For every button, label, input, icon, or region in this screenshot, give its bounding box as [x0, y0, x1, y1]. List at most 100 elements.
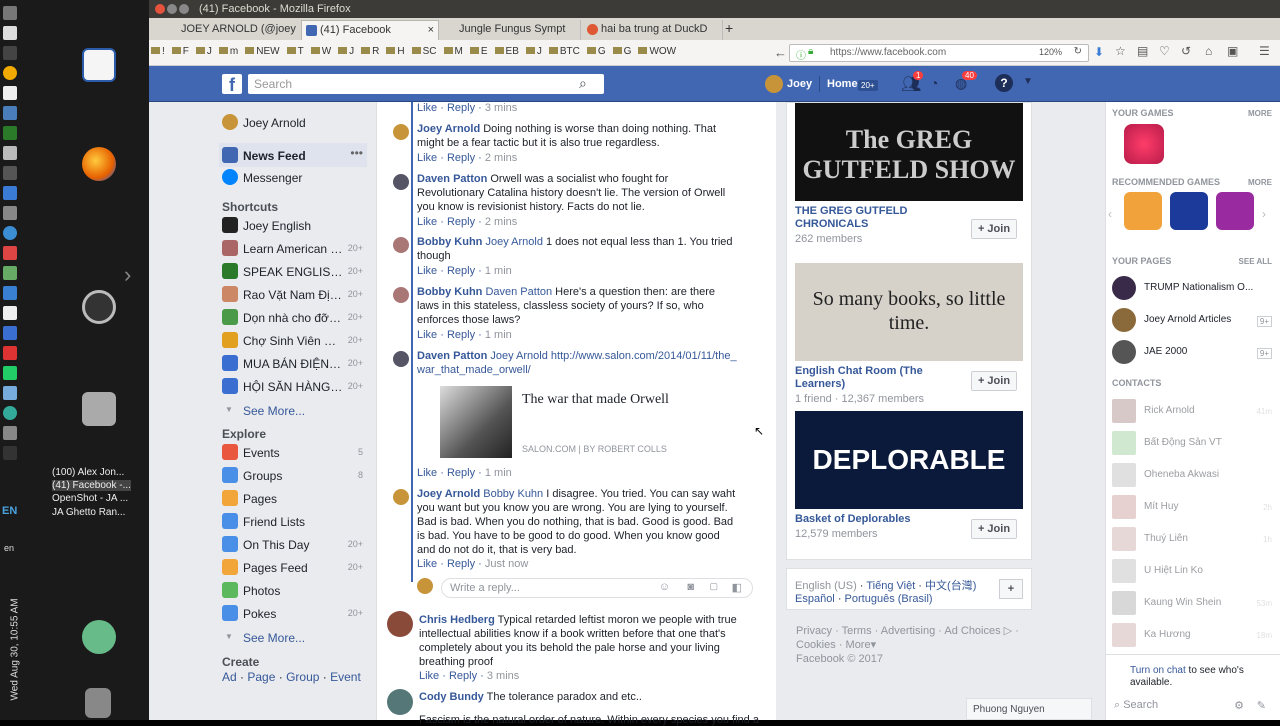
messenger-icon[interactable]: ◔ — [930, 75, 938, 91]
help-icon[interactable]: ? — [995, 74, 1013, 92]
like-link[interactable]: Like — [417, 467, 437, 479]
app-icon[interactable] — [3, 346, 17, 360]
bookmark-item[interactable]: E — [469, 46, 488, 57]
tagged-name[interactable]: Joey Arnold — [490, 350, 547, 362]
bookmark-item[interactable]: WOW — [638, 46, 676, 57]
bookmark-item[interactable]: G — [586, 46, 606, 57]
more-link[interactable]: MORE — [1248, 109, 1272, 118]
bookmark-item[interactable]: G — [612, 46, 631, 57]
facebook-logo[interactable]: f — [222, 74, 242, 95]
new-tab-icon[interactable]: + — [725, 20, 733, 36]
bookmark-item[interactable]: NEW — [245, 46, 280, 57]
footer-link[interactable]: Privacy — [796, 625, 832, 637]
write-reply-input[interactable]: Write a reply... ☺ ◙ ▢ ◧ — [441, 578, 753, 598]
footer-link[interactable]: Cookies — [796, 639, 836, 651]
contact-item[interactable]: Ka Hương 18m — [1112, 623, 1272, 647]
page-item[interactable]: TRUMP Nationalism O... — [1112, 276, 1272, 300]
group-name[interactable]: THE GREG GUTFELD CHRONICALS — [795, 205, 960, 231]
create-group-link[interactable]: Group — [286, 670, 319, 684]
contact-item[interactable]: U Hiệt Lin Ko — [1112, 559, 1272, 583]
explore-item[interactable]: Pages Feed 20+ — [219, 558, 367, 578]
contact-item[interactable]: Thuý Liên 1h — [1112, 527, 1272, 551]
shortcut-item[interactable]: MUA BÁN ĐIỆN TH... 20+ — [219, 354, 367, 374]
avatar[interactable] — [387, 689, 413, 715]
screenshot-icon[interactable]: ▣ — [1227, 44, 1238, 58]
like-link[interactable]: Like — [417, 329, 437, 341]
nav-news-feed[interactable]: News Feed ••• — [219, 143, 367, 167]
create-event-link[interactable]: Event — [330, 670, 361, 684]
like-link[interactable]: Like — [417, 265, 437, 277]
avatar[interactable] — [393, 174, 409, 190]
star-icon[interactable]: ☆ — [1115, 44, 1126, 58]
zoom-level[interactable]: 120% — [1039, 47, 1062, 57]
see-more-shortcuts[interactable]: ▼ See More... — [219, 401, 367, 421]
create-ad-link[interactable]: Ad — [222, 670, 237, 684]
chevron-left-icon[interactable]: ‹ — [1108, 207, 1112, 221]
minimize-icon[interactable] — [167, 4, 177, 14]
bookmark-item[interactable]: J — [525, 46, 542, 57]
tab[interactable]: Jungle Fungus Sympt — [441, 20, 581, 40]
create-page-link[interactable]: Page — [247, 670, 275, 684]
sticker-icon[interactable]: ◧ — [732, 581, 742, 594]
tagged-name[interactable]: Joey Arnold — [485, 236, 542, 248]
app-icon[interactable] — [3, 226, 17, 240]
group-image[interactable]: So many books, so little time. — [795, 263, 1023, 361]
library-icon[interactable]: ▤ — [1137, 44, 1148, 58]
contact-item[interactable]: Rick Arnold 41m — [1112, 399, 1272, 423]
task-item[interactable]: (100) Alex Jon... — [52, 467, 124, 478]
bookmark-item[interactable]: M — [443, 46, 463, 57]
footer-link[interactable]: Ad Choices — [944, 625, 1000, 637]
app-icon[interactable] — [3, 246, 17, 260]
shortcut-item[interactable]: HỘI SĂN HÀNG M... 20+ — [219, 377, 367, 397]
nav-messenger[interactable]: Messenger — [219, 168, 367, 188]
join-button[interactable]: + Join — [971, 371, 1017, 391]
shortcut-item[interactable]: Rao Vặt Nam Định 20+ — [219, 285, 367, 305]
chat-search-input[interactable]: ⌕ Search ⚙ ✎ — [1114, 699, 1274, 712]
tab-active[interactable]: (41) Facebook × — [301, 20, 439, 40]
info-icon[interactable]: ⓘ — [796, 47, 806, 62]
shortcut-item[interactable]: Chợ Sinh Viên Sư ... 20+ — [219, 331, 367, 351]
reply-link[interactable]: Reply — [447, 102, 475, 114]
footer-link[interactable]: More — [846, 639, 871, 651]
gif-icon[interactable]: ▢ — [709, 581, 718, 592]
file-manager-icon[interactable] — [82, 392, 116, 426]
app-icon[interactable] — [3, 386, 17, 400]
explore-item[interactable]: Pokes 20+ — [219, 604, 367, 624]
app-icon[interactable] — [3, 426, 17, 440]
commenter-name[interactable]: Joey Arnold — [417, 488, 480, 500]
task-item[interactable]: (41) Facebook -... — [52, 480, 131, 491]
task-item[interactable]: OpenShot - JA ... — [52, 493, 128, 504]
url-bar[interactable]: ⓘ 🔒︎ https://www.facebook.com 120% ↻ — [789, 44, 1089, 62]
game-icon[interactable] — [1216, 192, 1254, 230]
explore-item[interactable]: Photos — [219, 581, 367, 601]
app-icon[interactable] — [3, 46, 17, 60]
group-image[interactable]: The GREG GUTFELD SHOW — [795, 103, 1023, 201]
more-link[interactable]: MORE — [1248, 178, 1272, 187]
reload-icon[interactable]: ↻ — [1074, 46, 1082, 57]
app-icon[interactable] — [3, 266, 17, 280]
page-item[interactable]: JAE 2000 9+ — [1112, 340, 1272, 364]
like-link[interactable]: Like — [417, 152, 437, 164]
compose-icon[interactable]: ✎ — [1257, 699, 1266, 712]
close-icon[interactable] — [155, 4, 165, 14]
app-icon[interactable] — [3, 206, 17, 220]
reply-link[interactable]: Reply — [447, 329, 475, 341]
page-item[interactable]: Joey Arnold Articles 9+ — [1112, 308, 1272, 332]
home-link[interactable]: Home — [827, 78, 858, 90]
reply-link[interactable]: Reply — [447, 265, 475, 277]
close-tab-icon[interactable]: × — [428, 24, 434, 36]
app-icon[interactable] — [3, 166, 17, 180]
avatar[interactable] — [393, 124, 409, 140]
keyboard-layout[interactable]: EN — [2, 505, 17, 517]
explore-item[interactable]: Groups 8 — [219, 466, 367, 486]
search-icon[interactable]: ⌕ — [579, 75, 587, 92]
game-icon[interactable] — [1124, 124, 1164, 164]
shortcut-item[interactable]: SPEAK ENGLISH F... 20+ — [219, 262, 367, 282]
app-icon[interactable] — [3, 146, 17, 160]
game-icon[interactable] — [1170, 192, 1208, 230]
join-button[interactable]: + Join — [971, 219, 1017, 239]
profile-link[interactable]: Joey — [787, 78, 812, 90]
chevron-right-icon[interactable]: › — [124, 262, 131, 288]
link-preview[interactable]: The war that made Orwell SALON.COM | BY … — [440, 386, 755, 458]
app-icon[interactable] — [3, 26, 17, 40]
